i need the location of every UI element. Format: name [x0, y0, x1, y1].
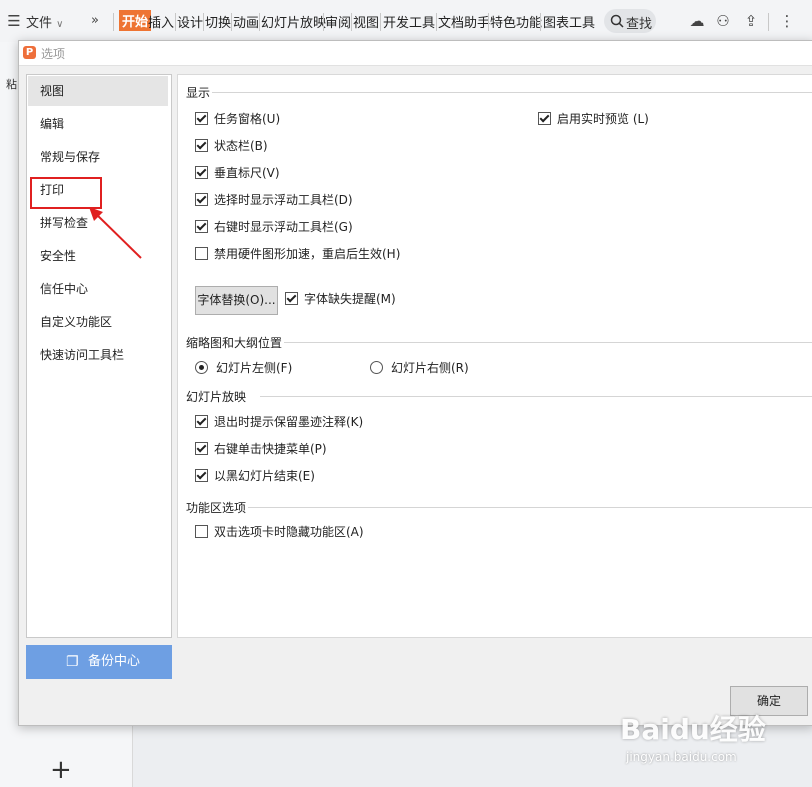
option-label: 双击选项卡时隐藏功能区(A)	[214, 525, 364, 539]
ribbon-bar: ☰ 文件 ∨ » 开始 插入 设计 切换 动画 幻灯片放映 审阅 视图 开发工具…	[0, 0, 812, 43]
checkbox-checked-icon	[285, 292, 298, 305]
checkbox-rightclick-menu[interactable]: 右键单击快捷菜单(P)	[195, 441, 327, 457]
option-label: 幻灯片右侧(R)	[391, 361, 469, 375]
checkbox-checked-icon	[195, 193, 208, 206]
user-add-icon[interactable]: ⚇	[714, 12, 732, 30]
checkbox-checked-icon	[195, 220, 208, 233]
checkbox-checked-icon	[195, 469, 208, 482]
dialog-title: 选项	[41, 47, 66, 61]
section-thumbnail-heading: 缩略图和大纲位置	[186, 336, 283, 350]
dialog-titlebar: P 选项	[19, 41, 812, 66]
checkbox-hide-ribbon-dblclick[interactable]: 双击选项卡时隐藏功能区(A)	[195, 524, 364, 540]
checkbox-checked-icon	[195, 166, 208, 179]
option-label: 右键时显示浮动工具栏(G)	[214, 220, 353, 234]
checkbox-disable-hw-accel[interactable]: 禁用硬件图形加速，重启后生效(H)	[195, 246, 400, 262]
checkbox-checked-icon	[195, 139, 208, 152]
checkbox-live-preview[interactable]: 启用实时预览 (L)	[538, 111, 649, 127]
annotation-arrow-icon	[89, 207, 142, 259]
font-replace-button[interactable]: 字体替换(O)...	[195, 286, 278, 315]
tab-home[interactable]: 开始	[119, 10, 152, 31]
nav-item-view[interactable]: 视图	[28, 76, 168, 106]
checkbox-checked-icon	[195, 415, 208, 428]
checkbox-checked-icon	[195, 442, 208, 455]
tab-design[interactable]: 设计	[177, 12, 203, 31]
search-box[interactable]: 查找	[604, 9, 656, 33]
file-menu-label: 文件	[26, 16, 53, 31]
paste-label: 粘	[6, 78, 17, 91]
checkbox-checked-icon	[195, 112, 208, 125]
chevron-down-icon: ∨	[56, 19, 64, 30]
checkbox-font-missing-alert[interactable]: 字体缺失提醒(M)	[285, 291, 396, 307]
checkbox-floating-toolbar-rightclick[interactable]: 右键时显示浮动工具栏(G)	[195, 219, 353, 235]
section-display-heading: 显示	[186, 86, 211, 100]
option-label: 状态栏(B)	[214, 139, 268, 153]
nav-item-quick-access-toolbar[interactable]: 快速访问工具栏	[28, 340, 168, 370]
add-slide-icon[interactable]: +	[50, 755, 72, 785]
tab-insert[interactable]: 插入	[148, 12, 174, 31]
tab-developer[interactable]: 开发工具	[383, 12, 435, 31]
tab-chart-tools[interactable]: 图表工具	[543, 12, 595, 31]
option-label: 以黑幻灯片结束(E)	[214, 469, 315, 483]
option-label: 幻灯片左侧(F)	[216, 361, 293, 375]
section-slideshow-heading: 幻灯片放映	[186, 390, 247, 404]
option-label: 启用实时预览 (L)	[557, 112, 649, 126]
option-label: 选择时显示浮动工具栏(D)	[214, 193, 353, 207]
checkbox-vertical-ruler[interactable]: 垂直标尺(V)	[195, 165, 280, 181]
tab-animations[interactable]: 动画	[233, 12, 259, 31]
checkbox-unchecked-icon	[195, 525, 208, 538]
tab-review[interactable]: 审阅	[325, 12, 351, 31]
option-label: 垂直标尺(V)	[214, 166, 280, 180]
nav-item-trust-center[interactable]: 信任中心	[28, 274, 168, 304]
tab-special-features[interactable]: 特色功能	[490, 12, 542, 31]
option-label: 禁用硬件图形加速，重启后生效(H)	[214, 247, 401, 261]
backup-center-button[interactable]: ❐ 备份中心	[26, 645, 172, 679]
checkbox-floating-toolbar-select[interactable]: 选择时显示浮动工具栏(D)	[195, 192, 353, 208]
backup-center-label: 备份中心	[88, 654, 141, 669]
hamburger-menu-icon[interactable]: ☰	[5, 12, 23, 30]
cloud-icon[interactable]: ☁	[688, 12, 706, 30]
options-content: 显示 任务窗格(U) 状态栏(B) 垂直标尺(V) 选择时显示浮动工具栏(D) …	[177, 74, 812, 638]
file-menu[interactable]: 文件 ∨	[26, 12, 63, 31]
checkbox-status-bar[interactable]: 状态栏(B)	[195, 138, 268, 154]
radio-thumbnail-right[interactable]: 幻灯片右侧(R)	[370, 360, 469, 376]
checkbox-end-black-slide[interactable]: 以黑幻灯片结束(E)	[195, 468, 315, 484]
option-label: 右键单击快捷菜单(P)	[214, 442, 327, 456]
options-nav: 视图 编辑 常规与保存 打印 拼写检查 安全性 信任中心 自定义功能区 快速访问…	[26, 74, 172, 638]
radio-thumbnail-left[interactable]: 幻灯片左侧(F)	[195, 360, 292, 376]
nav-item-general-save[interactable]: 常规与保存	[28, 142, 168, 172]
options-dialog: P 选项 视图 编辑 常规与保存 打印 拼写检查 安全性 信任中心 自定义功能区…	[18, 40, 812, 726]
tab-transitions[interactable]: 切换	[205, 12, 231, 31]
nav-item-customize-ribbon[interactable]: 自定义功能区	[28, 307, 168, 337]
radio-selected-icon	[195, 361, 208, 374]
tab-doc-assistant[interactable]: 文档助手	[438, 12, 490, 31]
section-ribbon-options-heading: 功能区选项	[186, 501, 247, 515]
share-icon[interactable]: ⇪	[742, 12, 760, 30]
checkbox-unchecked-icon	[195, 247, 208, 260]
more-options-icon[interactable]: ⋮	[778, 12, 796, 30]
checkbox-checked-icon	[538, 112, 551, 125]
option-label: 字体缺失提醒(M)	[304, 292, 396, 306]
checkbox-task-pane[interactable]: 任务窗格(U)	[195, 111, 280, 127]
double-chevron-right-icon[interactable]: »	[86, 12, 104, 30]
search-label: 查找	[626, 17, 653, 32]
tab-view[interactable]: 视图	[353, 12, 379, 31]
backup-icon: ❐	[66, 654, 79, 670]
checkbox-keep-ink-notes[interactable]: 退出时提示保留墨迹注释(K)	[195, 414, 363, 430]
radio-unselected-icon	[370, 361, 383, 374]
app-logo-icon: P	[23, 46, 36, 59]
option-label: 任务窗格(U)	[214, 112, 281, 126]
tab-slideshow[interactable]: 幻灯片放映	[261, 12, 326, 31]
watermark-url: jingyan.baidu.com	[626, 750, 737, 764]
watermark-logo: Baidu经验	[620, 713, 766, 746]
search-icon	[610, 14, 624, 28]
option-label: 退出时提示保留墨迹注释(K)	[214, 415, 364, 429]
nav-item-edit[interactable]: 编辑	[28, 109, 168, 139]
